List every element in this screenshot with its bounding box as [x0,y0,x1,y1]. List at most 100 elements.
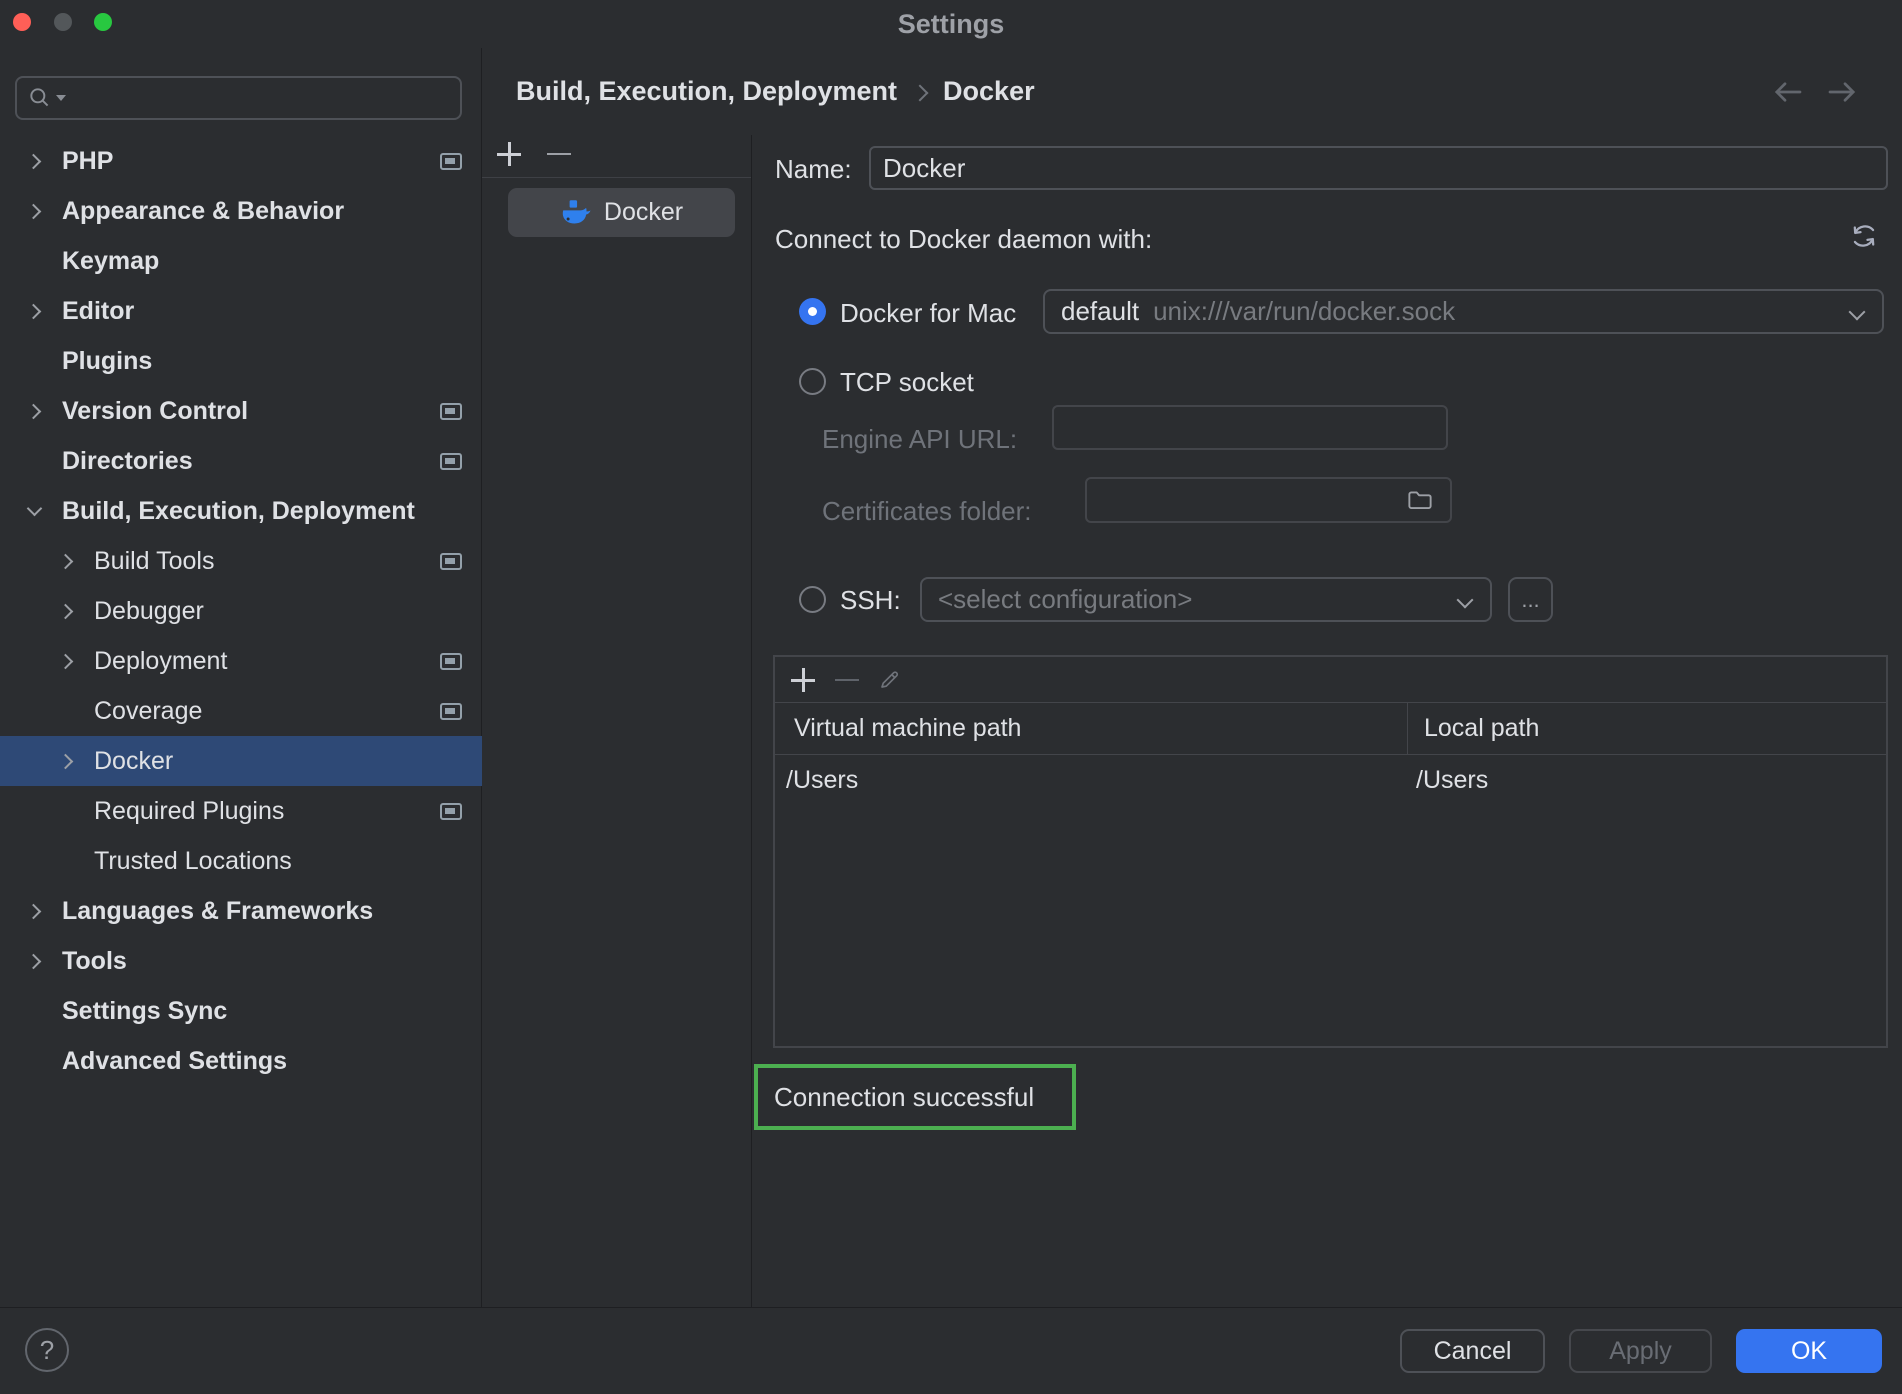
sidebar-item-plugins[interactable]: Plugins [0,336,482,386]
sidebar-item-debugger[interactable]: Debugger [0,586,482,636]
project-settings-marker-icon [440,403,462,420]
settings-window: Settings PHP Appearance & Behavior Keyma… [0,0,1902,1394]
name-input[interactable] [869,146,1888,190]
sidebar-item-languages-frameworks[interactable]: Languages & Frameworks [0,886,482,936]
project-settings-marker-icon [440,653,462,670]
tcp-socket-radio[interactable] [799,368,826,395]
remove-mapping-button[interactable] [833,666,861,694]
project-settings-marker-icon [440,553,462,570]
project-settings-marker-icon [440,453,462,470]
sidebar-item-advanced-settings[interactable]: Advanced Settings [0,1036,482,1086]
local-path-cell[interactable]: /Users [1408,766,1886,795]
docker-instances-panel: Docker [482,135,752,1307]
ssh-configuration-select[interactable]: <select configuration> [920,577,1492,622]
ssh-more-options-button[interactable]: ... [1508,577,1553,622]
breadcrumb-separator-icon [913,82,927,102]
plus-icon [791,668,815,692]
docker-socket-select[interactable]: default unix:///var/run/docker.sock [1043,289,1884,334]
pencil-icon [877,668,901,692]
navigate-forward-icon[interactable] [1824,74,1860,110]
search-icon [27,85,53,111]
sidebar-item-trusted-locations[interactable]: Trusted Locations [0,836,482,886]
browse-folder-icon[interactable] [1407,489,1433,511]
sidebar-item-php[interactable]: PHP [0,136,482,186]
ok-button[interactable]: OK [1736,1329,1882,1373]
project-settings-marker-icon [440,803,462,820]
settings-search-field[interactable] [15,76,462,120]
breadcrumb: Build, Execution, Deployment Docker [516,48,1035,135]
breadcrumb-current: Docker [943,76,1035,107]
breadcrumb-parent[interactable]: Build, Execution, Deployment [516,76,897,107]
sidebar-item-docker[interactable]: Docker [0,736,482,786]
chevron-right-icon[interactable] [24,901,44,921]
sidebar-item-version-control[interactable]: Version Control [0,386,482,436]
connection-status-badge: Connection successful [754,1064,1076,1130]
sidebar-item-deployment[interactable]: Deployment [0,636,482,686]
docker-whale-icon [560,199,592,227]
chevron-right-icon[interactable] [24,951,44,971]
sidebar-item-settings-sync[interactable]: Settings Sync [0,986,482,1036]
docker-instance-label: Docker [604,198,683,227]
chevron-down-icon [1456,591,1474,609]
plus-icon [497,142,521,166]
path-mappings-table: Virtual machine path Local path /Users /… [773,655,1888,1048]
page-header: Build, Execution, Deployment Docker [482,48,1902,135]
ssh-config-placeholder: <select configuration> [938,584,1192,615]
edit-mapping-button[interactable] [875,666,903,694]
navigate-back-icon[interactable] [1770,74,1806,110]
docker-instance-list-item[interactable]: Docker [508,188,735,237]
sidebar-item-keymap[interactable]: Keymap [0,236,482,286]
sidebar-item-required-plugins[interactable]: Required Plugins [0,786,482,836]
settings-sidebar: PHP Appearance & Behavior Keymap Editor … [0,48,482,1307]
column-header-local-path[interactable]: Local path [1408,714,1886,743]
engine-api-url-input[interactable] [1052,405,1448,450]
engine-api-url-label: Engine API URL: [822,424,1017,455]
minus-icon [547,153,571,156]
add-instance-button[interactable] [495,140,523,168]
certificates-folder-input[interactable] [1085,477,1452,523]
window-title: Settings [0,0,1902,48]
table-row[interactable]: /Users /Users [775,755,1886,805]
chevron-right-icon[interactable] [24,401,44,421]
project-settings-marker-icon [440,703,462,720]
sidebar-item-editor[interactable]: Editor [0,286,482,336]
chevron-right-icon[interactable] [24,151,44,171]
chevron-right-icon[interactable] [24,301,44,321]
chevron-down-icon[interactable] [24,501,44,521]
socket-selected-value: default [1061,296,1139,327]
sidebar-item-appearance-behavior[interactable]: Appearance & Behavior [0,186,482,236]
apply-button[interactable]: Apply [1569,1329,1712,1373]
table-header-row: Virtual machine path Local path [775,703,1886,755]
certificates-folder-label: Certificates folder: [822,496,1032,527]
chevron-right-icon[interactable] [56,601,76,621]
add-mapping-button[interactable] [789,666,817,694]
mappings-toolbar [775,657,1886,703]
chevron-right-icon[interactable] [56,651,76,671]
name-label: Name: [775,154,852,185]
titlebar: Settings [0,0,1902,48]
sidebar-item-build-execution-deployment[interactable]: Build, Execution, Deployment [0,486,482,536]
chevron-right-icon[interactable] [56,551,76,571]
socket-path-hint: unix:///var/run/docker.sock [1153,296,1455,327]
sidebar-item-coverage[interactable]: Coverage [0,686,482,736]
ssh-radio[interactable] [799,586,826,613]
project-settings-marker-icon [440,153,462,170]
dialog-footer: ? Cancel Apply OK [0,1307,1902,1394]
refresh-icon[interactable] [1848,220,1880,252]
search-input[interactable] [66,84,450,112]
search-options-caret-icon[interactable] [56,95,66,101]
sidebar-item-directories[interactable]: Directories [0,436,482,486]
docker-for-mac-radio[interactable] [799,298,826,325]
column-header-vm-path[interactable]: Virtual machine path [775,703,1408,754]
sidebar-item-build-tools[interactable]: Build Tools [0,536,482,586]
help-button[interactable]: ? [25,1328,69,1372]
ssh-label: SSH: [840,585,901,616]
chevron-right-icon[interactable] [56,751,76,771]
cancel-button[interactable]: Cancel [1400,1329,1545,1373]
chevron-down-icon [1848,303,1866,321]
settings-tree: PHP Appearance & Behavior Keymap Editor … [0,136,482,1086]
vm-path-cell[interactable]: /Users [775,766,1408,795]
sidebar-item-tools[interactable]: Tools [0,936,482,986]
remove-instance-button[interactable] [545,140,573,168]
chevron-right-icon[interactable] [24,201,44,221]
